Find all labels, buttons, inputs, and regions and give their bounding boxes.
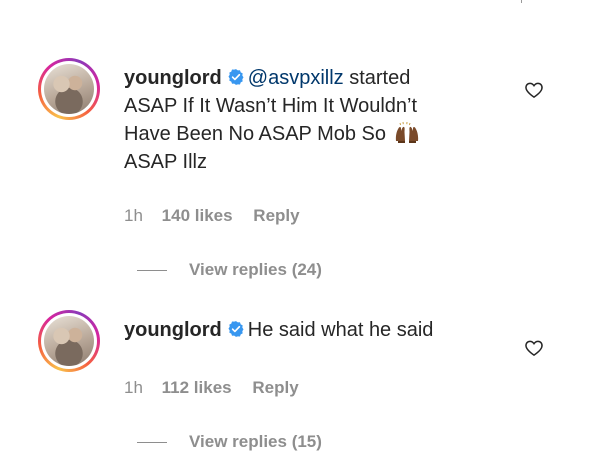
reply-button[interactable]: Reply bbox=[253, 206, 299, 225]
comment-text: younglord @asvpxillz started ASAP If It W… bbox=[124, 64, 504, 176]
view-replies-button[interactable]: View replies (15) bbox=[137, 432, 322, 452]
comment-text: younglord He said what he said bbox=[124, 316, 504, 344]
avatar-photo bbox=[44, 316, 94, 366]
comment-likes-count[interactable]: 112 likes bbox=[162, 378, 232, 397]
comment-body: younglord He said what he said bbox=[124, 316, 504, 344]
view-replies-button[interactable]: View replies (24) bbox=[137, 260, 322, 280]
comment-time: 1h bbox=[124, 378, 143, 397]
verified-badge-icon bbox=[228, 321, 244, 337]
comment-text-line: ASAP If It Wasn’t Him It Wouldn’t bbox=[124, 95, 418, 117]
avatar-photo bbox=[44, 64, 94, 114]
comment-meta: 1h 112 likes Reply bbox=[124, 378, 315, 398]
avatar[interactable] bbox=[38, 58, 100, 120]
comment-text-part: He said what he said bbox=[247, 319, 434, 341]
like-heart-icon[interactable] bbox=[524, 80, 544, 100]
avatar-ring-gap bbox=[41, 61, 97, 117]
raised-hands-emoji-icon bbox=[395, 121, 418, 143]
replies-divider-line bbox=[137, 270, 167, 272]
comment-likes-count[interactable]: 140 likes bbox=[162, 206, 233, 225]
replies-divider-line bbox=[137, 442, 167, 444]
reply-button[interactable]: Reply bbox=[252, 378, 298, 397]
verified-badge-icon bbox=[228, 69, 244, 85]
avatar-ring-gap bbox=[41, 313, 97, 369]
comment-text-line: Have Been No ASAP Mob So bbox=[124, 123, 387, 145]
comment-time: 1h bbox=[124, 206, 143, 225]
like-heart-icon[interactable] bbox=[524, 338, 544, 358]
avatar[interactable] bbox=[38, 310, 100, 372]
view-replies-label: View replies (24) bbox=[189, 260, 322, 279]
comment-meta: 1h 140 likes Reply bbox=[124, 206, 316, 226]
comment-text-part: started bbox=[343, 67, 411, 89]
comment-mention-link[interactable]: @asvpxillz bbox=[248, 67, 344, 89]
comment-text-line: ASAP Illz bbox=[124, 151, 207, 173]
comment-body: younglord @asvpxillz started ASAP If It W… bbox=[124, 64, 504, 176]
comment-username[interactable]: younglord bbox=[124, 67, 222, 89]
comment-username[interactable]: younglord bbox=[124, 319, 222, 341]
view-replies-label: View replies (15) bbox=[189, 432, 322, 451]
top-edge-mark bbox=[521, 0, 522, 3]
